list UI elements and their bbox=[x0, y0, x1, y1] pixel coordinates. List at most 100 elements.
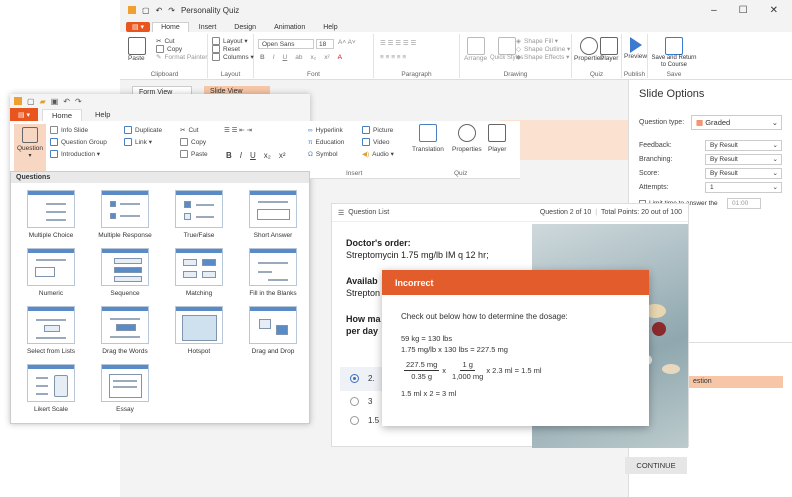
shape-outline-button[interactable]: ◇ Shape Outline ▾ bbox=[516, 45, 570, 53]
shape-effects-button[interactable]: ◆ Shape Effects ▾ bbox=[516, 53, 570, 61]
layout-button[interactable]: Layout ▾ bbox=[212, 37, 254, 45]
answer-option-2[interactable]: 3 bbox=[350, 397, 372, 406]
time-input[interactable]: 01:00 bbox=[727, 197, 761, 209]
player-button[interactable]: Player bbox=[600, 37, 618, 62]
matching-item[interactable]: Matching bbox=[163, 248, 235, 297]
numeric-icon bbox=[27, 248, 75, 286]
format-painter-button[interactable]: ✎ Format Painter bbox=[156, 53, 207, 62]
true-false-item[interactable]: True/False bbox=[163, 190, 235, 239]
essay-item[interactable]: Essay bbox=[89, 364, 161, 413]
video-button[interactable]: Video bbox=[362, 136, 394, 148]
continue-button[interactable]: CONTINUE bbox=[625, 457, 687, 474]
short-answer-item[interactable]: Short Answer bbox=[237, 190, 309, 239]
branching-label: Branching: bbox=[639, 155, 673, 163]
multiple-choice-item[interactable]: Multiple Choice bbox=[15, 190, 87, 239]
minimize-icon[interactable]: – bbox=[711, 5, 717, 16]
file-menu-button[interactable]: ▤ ▾ bbox=[10, 108, 38, 121]
font-size-select[interactable]: 18 bbox=[316, 39, 334, 49]
answer-option-1[interactable]: 2. bbox=[350, 374, 375, 383]
question-icon bbox=[22, 127, 38, 143]
hotspot-item[interactable]: Hotspot bbox=[163, 306, 235, 355]
copy-button[interactable]: Copy bbox=[180, 136, 208, 148]
hyperlink-button[interactable]: ∞ Hyperlink bbox=[308, 124, 344, 136]
save-icon[interactable]: ▣ bbox=[51, 97, 59, 106]
attempts-select[interactable]: 1 ⌄ bbox=[705, 181, 782, 193]
font-family-select[interactable]: Open Sans bbox=[258, 39, 314, 49]
font-format-buttons[interactable]: B I Uab x₂ x² A bbox=[260, 54, 342, 61]
alignment-buttons[interactable]: ≡ ≡ ≡ ≡ ≡ bbox=[380, 54, 406, 61]
link-button[interactable]: Link ▾ bbox=[124, 136, 162, 148]
selected-list-item[interactable]: estion bbox=[689, 376, 783, 388]
cut-button[interactable]: ✂ Cut bbox=[180, 124, 208, 136]
calculation-result: x 2.3 ml = 1.5 ml bbox=[486, 365, 542, 375]
answer-option-3[interactable]: 1.5 bbox=[350, 416, 379, 425]
undo-icon[interactable]: ↶ bbox=[156, 6, 163, 15]
duplicate-button[interactable]: Duplicate bbox=[124, 124, 162, 136]
paragraph-buttons[interactable]: ☰ ☰ ☰ ☰ ☰ bbox=[380, 39, 416, 47]
multiple-response-item[interactable]: Multiple Response bbox=[89, 190, 161, 239]
fill-in-blanks-item[interactable]: Fill in the Blanks bbox=[237, 248, 309, 297]
tab-animation[interactable]: Animation bbox=[266, 23, 313, 32]
sequence-item[interactable]: Sequence bbox=[89, 248, 161, 297]
tab-help[interactable]: Help bbox=[86, 109, 119, 120]
properties-button[interactable]: Properties bbox=[452, 124, 482, 153]
info-slide-icon bbox=[50, 126, 58, 134]
file-menu-button[interactable]: ▤ ▾ bbox=[126, 22, 151, 32]
font-size-grow-icon[interactable]: A˄ A˅ bbox=[338, 39, 356, 46]
audio-button[interactable]: ◀) Audio ▾ bbox=[362, 148, 394, 160]
player-button[interactable]: Player bbox=[488, 124, 506, 153]
close-icon[interactable]: ✕ bbox=[770, 5, 778, 16]
save-return-button[interactable]: Save and Return to Course bbox=[650, 37, 698, 68]
reset-button[interactable]: Reset bbox=[212, 45, 254, 53]
translation-button[interactable]: Translation bbox=[412, 124, 444, 153]
score-select[interactable]: By Result ⌄ bbox=[705, 167, 782, 179]
cut-button[interactable]: ✂ Cut bbox=[156, 37, 207, 46]
introduction-button[interactable]: Introduction ▾ bbox=[50, 148, 107, 160]
drag-the-words-item[interactable]: Drag the Words bbox=[89, 306, 161, 355]
arrange-icon bbox=[466, 37, 485, 55]
drag-and-drop-item[interactable]: Drag and Drop bbox=[237, 306, 309, 355]
chevron-down-icon: ⌄ bbox=[772, 170, 778, 177]
text-format-buttons[interactable]: B I Ux₂ x² bbox=[226, 151, 286, 160]
question-list-link[interactable]: Question List bbox=[348, 209, 389, 216]
layout-label: Layout bbox=[220, 71, 241, 78]
tab-design[interactable]: Design bbox=[226, 23, 264, 32]
likert-scale-item[interactable]: Likert Scale bbox=[15, 364, 87, 413]
player-icon bbox=[600, 37, 619, 55]
tab-help[interactable]: Help bbox=[315, 23, 345, 32]
undo-icon[interactable]: ↶ bbox=[63, 97, 70, 106]
translation-icon bbox=[418, 124, 437, 142]
reset-icon bbox=[212, 45, 220, 53]
tab-home[interactable]: Home bbox=[42, 108, 83, 121]
list-icon[interactable]: ☰ bbox=[338, 209, 344, 217]
paste-button[interactable]: Paste bbox=[128, 37, 146, 62]
tab-insert[interactable]: Insert bbox=[191, 23, 225, 32]
redo-icon[interactable]: ↷ bbox=[75, 97, 82, 106]
question-button[interactable]: Question ▾ bbox=[14, 124, 46, 172]
shape-fill-button[interactable]: ◈ Shape Fill ▾ bbox=[516, 37, 570, 45]
open-icon[interactable]: ▰ bbox=[40, 97, 46, 106]
omega-icon: Ω bbox=[308, 150, 313, 158]
feedback-select[interactable]: By Result ⌄ bbox=[705, 139, 782, 151]
save-icon[interactable]: ▢ bbox=[142, 6, 150, 15]
select-from-lists-item[interactable]: Select from Lists bbox=[15, 306, 87, 355]
tab-home[interactable]: Home bbox=[152, 22, 189, 32]
scissors-icon: ✂ bbox=[156, 38, 162, 45]
branching-select[interactable]: By Result ⌄ bbox=[705, 153, 782, 165]
list-buttons[interactable]: ☰ ☰ ⇤ ⇥ bbox=[224, 126, 252, 134]
columns-button[interactable]: Columns ▾ bbox=[212, 53, 254, 61]
info-slide-button[interactable]: Info Slide bbox=[50, 124, 107, 136]
copy-button[interactable]: Copy bbox=[156, 45, 207, 53]
question-type-select[interactable]: ▦ Graded ⌄ bbox=[691, 114, 782, 130]
numeric-item[interactable]: Numeric bbox=[15, 248, 87, 297]
arrange-button[interactable]: Arrange bbox=[464, 37, 487, 62]
maximize-icon[interactable]: ☐ bbox=[739, 5, 748, 16]
preview-button[interactable]: Preview bbox=[624, 37, 647, 60]
education-button[interactable]: π Education bbox=[308, 136, 344, 148]
new-icon[interactable]: ▢ bbox=[27, 97, 35, 106]
symbol-button[interactable]: Ω Symbol bbox=[308, 148, 344, 160]
redo-icon[interactable]: ↷ bbox=[168, 6, 175, 15]
paste-button[interactable]: Paste bbox=[180, 148, 208, 160]
question-group-button[interactable]: Question Group bbox=[50, 136, 107, 148]
picture-button[interactable]: Picture bbox=[362, 124, 394, 136]
